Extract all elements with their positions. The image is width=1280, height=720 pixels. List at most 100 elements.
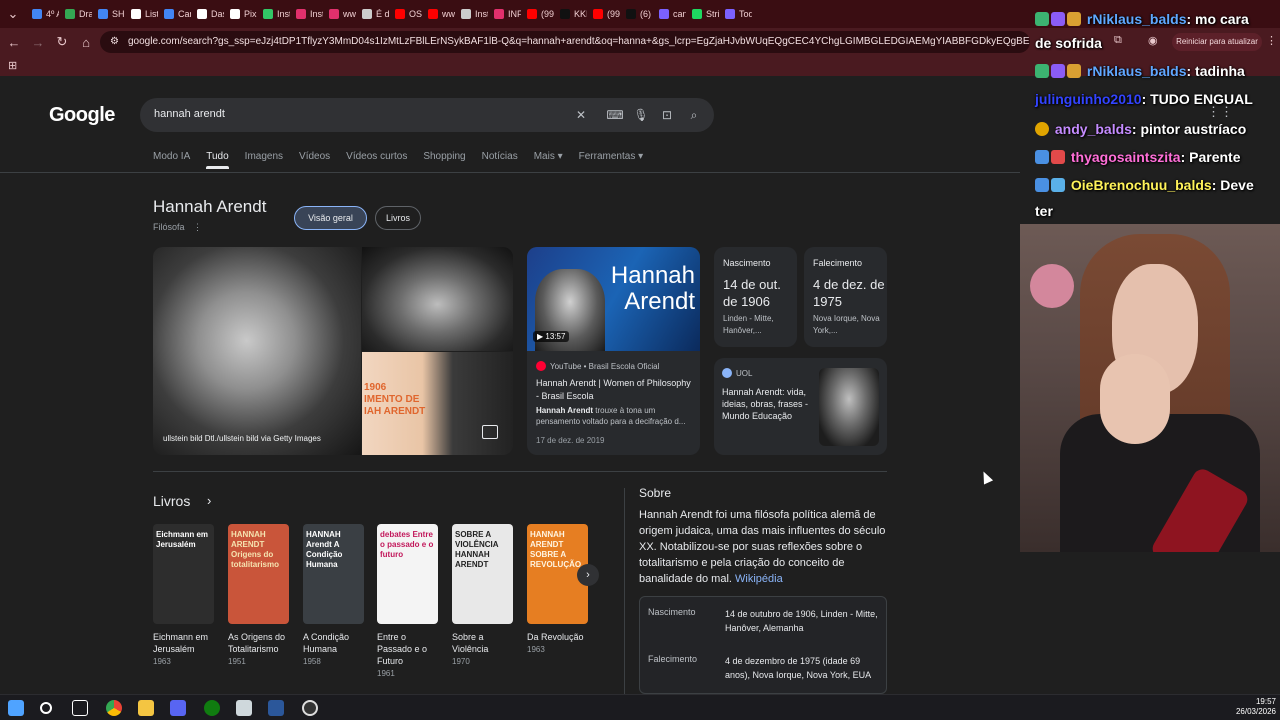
tab-shopping[interactable]: Shopping xyxy=(423,151,465,162)
address-bar[interactable]: google.com/search?gs_ssp=eJzj4tDP1TflyzY… xyxy=(100,31,1030,53)
browser-tab[interactable]: Inst xyxy=(290,2,323,26)
tab-videos-curtos[interactable]: Vídeos curtos xyxy=(346,151,407,162)
tab-imagens[interactable]: Imagens xyxy=(245,151,283,162)
apps-icon[interactable]: ⊞ xyxy=(8,59,17,72)
reload-icon[interactable]: ↻ xyxy=(50,30,74,54)
book-title[interactable]: A Condição Humana xyxy=(303,631,364,655)
home-icon[interactable]: ⌂ xyxy=(74,30,98,54)
browser-tab[interactable]: (6) xyxy=(620,2,653,26)
browser-tab[interactable]: Tod xyxy=(719,2,752,26)
chat-text: : mo cara xyxy=(1186,11,1249,27)
book-cover[interactable]: Eichmann em Jerusalém xyxy=(153,524,214,624)
browser-tab[interactable]: OS xyxy=(389,2,422,26)
image-gallery-icon[interactable] xyxy=(482,425,498,439)
video-title[interactable]: Hannah Arendt | Women of Philosophy - Br… xyxy=(536,377,694,403)
book-title[interactable]: Sobre a Violência xyxy=(452,631,513,655)
forward-icon[interactable]: → xyxy=(26,30,50,54)
obs-icon[interactable] xyxy=(302,700,318,716)
entity-photo-3[interactable]: 1906 IMENTO DE IAH ARENDT xyxy=(362,352,513,455)
browser-tab[interactable]: SHI xyxy=(92,2,125,26)
site-info-icon[interactable]: ⚙ xyxy=(110,36,119,47)
video-thumbnail[interactable]: Hannah Arendt ▶ 13:57 xyxy=(527,247,700,351)
browser-tab[interactable]: É di xyxy=(356,2,389,26)
tab-mais[interactable]: Mais ▾ xyxy=(534,151,563,162)
tab-noticias[interactable]: Notícias xyxy=(482,151,518,162)
browser-tab[interactable]: Stri xyxy=(686,2,719,26)
browser-tab[interactable]: Can xyxy=(158,2,191,26)
tab-ferramentas[interactable]: Ferramentas ▾ xyxy=(579,151,643,162)
browser-tab[interactable]: ww xyxy=(422,2,455,26)
book-title[interactable]: Entre o Passado e o Futuro xyxy=(377,631,438,667)
search-input[interactable]: hannah arendt xyxy=(154,108,225,120)
task-view-icon[interactable] xyxy=(72,700,88,716)
fact-value[interactable]: 14 de outubro de 1906, Linden - Mitte, H… xyxy=(725,607,880,635)
start-icon[interactable] xyxy=(8,700,24,716)
video-card[interactable]: Hannah Arendt ▶ 13:57 YouTube • Brasil E… xyxy=(527,247,700,455)
tab-search-icon[interactable]: ⌄ xyxy=(0,2,26,26)
book-item[interactable]: SOBRE A VIOLÊNCIA HANNAH ARENDT Sobre a … xyxy=(452,524,513,666)
death-card[interactable]: Falecimento 4 de dez. de 1975 Nova Iorqu… xyxy=(804,247,887,347)
browser-tab[interactable]: Inst xyxy=(257,2,290,26)
tab-favicon-icon xyxy=(428,9,438,19)
more-options-icon[interactable]: ⋮ xyxy=(193,222,202,232)
uol-article-title[interactable]: Hannah Arendt: vida, ideias, obras, fras… xyxy=(722,386,818,422)
chip-books[interactable]: Livros xyxy=(375,206,421,230)
system-clock[interactable]: 19:57 26/03/2026 xyxy=(1232,697,1276,717)
entity-photo-2[interactable] xyxy=(362,247,513,351)
browser-tab[interactable]: Listi xyxy=(125,2,158,26)
chat-message-cont: de sofrida xyxy=(1035,35,1102,51)
browser-tab[interactable]: Pix xyxy=(224,2,257,26)
book-title[interactable]: Eichmann em Jerusalém xyxy=(153,631,214,655)
browser-tab[interactable]: Inst xyxy=(455,2,488,26)
book-item[interactable]: Eichmann em Jerusalém Eichmann em Jerusa… xyxy=(153,524,214,666)
book-item[interactable]: HANNAH ARENDT SOBRE A REVOLUÇÃO Da Revol… xyxy=(527,524,588,654)
keyboard-icon[interactable]: ⌨ xyxy=(606,106,624,124)
chrome-icon[interactable] xyxy=(106,700,122,716)
chip-overview[interactable]: Visão geral xyxy=(294,206,367,230)
browser-tab[interactable]: 4º A xyxy=(26,2,59,26)
xbox-icon[interactable] xyxy=(204,700,220,716)
badge-icon xyxy=(1035,64,1049,78)
lens-icon[interactable]: ⊡ xyxy=(658,106,676,124)
books-heading[interactable]: Livros xyxy=(153,493,190,509)
mic-icon[interactable]: 🎙 xyxy=(632,106,650,124)
browser-tab[interactable]: (99 xyxy=(587,2,620,26)
back-icon[interactable]: ← xyxy=(2,30,26,54)
book-item[interactable]: HANNAH Arendt A Condição Humana A Condiç… xyxy=(303,524,364,666)
entity-photo-main[interactable]: ullstein bild Dtl./ullstein bild via Get… xyxy=(153,247,361,455)
wikipedia-link[interactable]: Wikipédia xyxy=(735,573,783,585)
clear-icon[interactable]: ✕ xyxy=(572,106,590,124)
tab-tudo[interactable]: Tudo xyxy=(206,151,230,169)
file-explorer-icon[interactable] xyxy=(138,700,154,716)
book-item[interactable]: debates Entre o passado e o futuro Entre… xyxy=(377,524,438,678)
tab-videos[interactable]: Vídeos xyxy=(299,151,330,162)
books-next-button[interactable]: › xyxy=(577,564,599,586)
browser-tab[interactable]: Dra xyxy=(59,2,92,26)
tab-favicon-icon xyxy=(725,9,735,19)
chevron-right-icon[interactable]: › xyxy=(207,493,211,508)
book-cover[interactable]: HANNAH Arendt A Condição Humana xyxy=(303,524,364,624)
search-box[interactable]: hannah arendt ✕ ⌨ 🎙 ⊡ ⌕ xyxy=(140,98,714,132)
tab-modo-ia[interactable]: Modo IA xyxy=(153,151,190,162)
book-cover[interactable]: debates Entre o passado e o futuro xyxy=(377,524,438,624)
book-title[interactable]: Da Revolução xyxy=(527,631,588,643)
book-cover[interactable]: HANNAH ARENDT Origens do totalitarismo xyxy=(228,524,289,624)
book-cover[interactable]: SOBRE A VIOLÊNCIA HANNAH ARENDT xyxy=(452,524,513,624)
browser-tab[interactable]: KKI xyxy=(554,2,587,26)
browser-tab[interactable]: Das xyxy=(191,2,224,26)
uol-article-card[interactable]: UOL Hannah Arendt: vida, ideias, obras, … xyxy=(714,358,887,455)
browser-tab[interactable]: (99 xyxy=(521,2,554,26)
security-icon[interactable] xyxy=(236,700,252,716)
browser-tab[interactable]: can xyxy=(653,2,686,26)
word-icon[interactable] xyxy=(268,700,284,716)
birth-card[interactable]: Nascimento 14 de out. de 1906 Linden - M… xyxy=(714,247,797,347)
search-icon[interactable] xyxy=(40,702,52,714)
book-item[interactable]: HANNAH ARENDT Origens do totalitarismo A… xyxy=(228,524,289,666)
browser-tab[interactable]: INF xyxy=(488,2,521,26)
google-logo[interactable]: Google xyxy=(49,104,115,127)
book-title[interactable]: As Origens do Totalitarismo xyxy=(228,631,289,655)
search-icon[interactable]: ⌕ xyxy=(685,106,703,124)
discord-icon[interactable] xyxy=(170,700,186,716)
browser-tab[interactable]: ww xyxy=(323,2,356,26)
fact-value[interactable]: 4 de dezembro de 1975 (idade 69 anos), N… xyxy=(725,654,880,682)
